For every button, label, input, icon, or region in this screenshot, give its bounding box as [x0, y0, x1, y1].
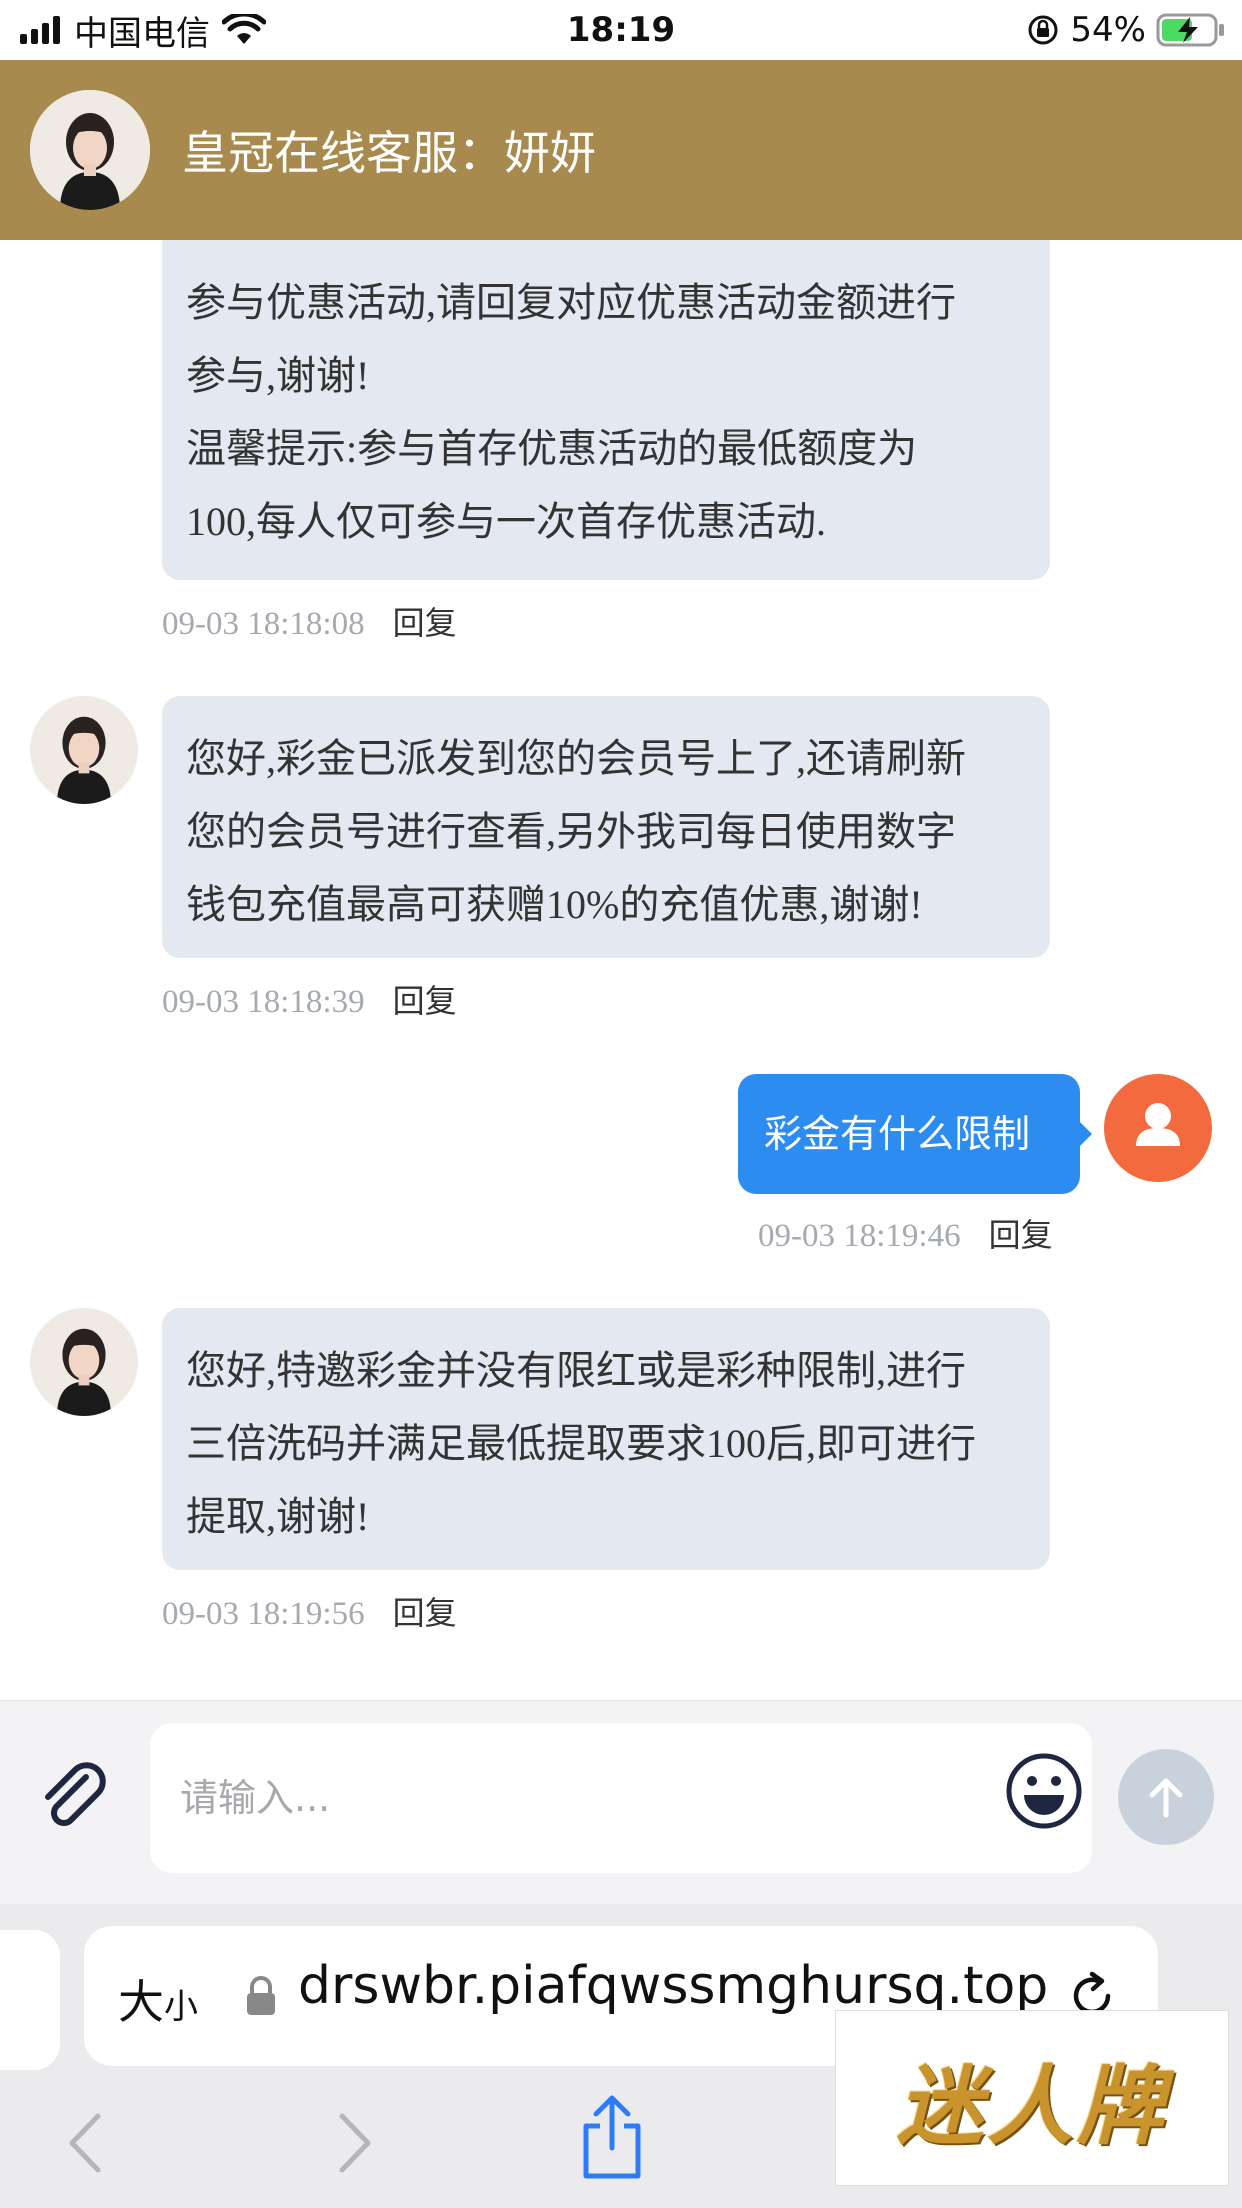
message-line: 参与优惠活动,请回复对应优惠活动金额进行 [186, 280, 956, 325]
text-size-small: 小 [164, 1987, 198, 2027]
message-line: 您好,特邀彩金并没有限红或是彩种限制,进行 [186, 1348, 966, 1393]
agent-portrait-icon [30, 696, 138, 804]
forward-icon[interactable] [330, 2108, 380, 2178]
message-timestamp: 09-03 18:18:08 [162, 606, 365, 642]
message-line: 三倍洗码并满足最低提取要求100后,即可进行 [186, 1421, 976, 1466]
reply-button[interactable]: 回复 [393, 1594, 457, 1632]
status-right: 54% [1026, 8, 1226, 52]
message-meta: 09-03 18:18:08 回复 [162, 598, 457, 644]
paperclip-icon[interactable] [34, 1759, 114, 1839]
chat-header: 皇冠在线客服：妍妍 [0, 60, 1242, 240]
battery-percent: 54% [1070, 10, 1146, 50]
watermark-text: 迷人牌 [897, 2055, 1167, 2157]
agent-portrait-icon [30, 1308, 138, 1416]
lock-icon [247, 1976, 275, 2015]
agent-bubble: 参与优惠活动,请回复对应优惠活动金额进行 参与,谢谢! 温馨提示:参与首存优惠活… [162, 240, 1050, 580]
message-line: 参与,谢谢! [186, 353, 370, 398]
agent-avatar[interactable] [30, 696, 138, 804]
previous-tab-edge[interactable] [0, 1930, 60, 2070]
message-timestamp: 09-03 18:18:39 [162, 984, 365, 1020]
message-line: 您的会员号进行查看,另外我司每日使用数字 [186, 809, 956, 854]
message-line: 温馨提示:参与首存优惠活动的最低额度为 [186, 426, 918, 471]
message-composer [0, 1700, 1242, 1904]
status-bar: 中国电信 18:19 54% [0, 0, 1242, 60]
message-meta: 09-03 18:19:46 回复 [758, 1210, 1053, 1256]
message-line: 提取,谢谢! [186, 1494, 370, 1539]
message-line: 钱包充值最高可获赠10%的充值优惠,谢谢! [186, 882, 923, 927]
message-timestamp: 09-03 18:19:56 [162, 1596, 365, 1632]
reply-button[interactable]: 回复 [393, 982, 457, 1020]
battery-charging-icon [1156, 13, 1224, 47]
user-avatar[interactable] [1104, 1074, 1212, 1182]
back-icon[interactable] [60, 2108, 110, 2178]
message-timestamp: 09-03 18:19:46 [758, 1218, 961, 1254]
chat-title: 皇冠在线客服：妍妍 [182, 126, 596, 180]
message-meta: 09-03 18:18:39 回复 [162, 976, 457, 1022]
send-button[interactable] [1118, 1749, 1214, 1845]
watermark-logo: 迷人牌 [835, 2010, 1229, 2186]
message-line: 100,每人仅可参与一次首存优惠活动. [186, 499, 826, 544]
agent-bubble: 您好,特邀彩金并没有限红或是彩种限制,进行 三倍洗码并满足最低提取要求100后,… [162, 1308, 1050, 1570]
share-icon[interactable] [576, 2092, 648, 2182]
message-line: 您好,彩金已派发到您的会员号上了,还请刷新 [186, 736, 966, 781]
arrow-up-icon [1149, 1778, 1183, 1818]
message-meta: 09-03 18:19:56 回复 [162, 1588, 457, 1634]
text-size-button[interactable]: 大小 [118, 1966, 198, 2032]
chat-messages[interactable]: 参与优惠活动,请回复对应优惠活动金额进行 参与,谢谢! 温馨提示:参与首存优惠活… [0, 240, 1242, 1700]
emoji-icon[interactable] [1004, 1751, 1084, 1831]
agent-bubble: 您好,彩金已派发到您的会员号上了,还请刷新 您的会员号进行查看,另外我司每日使用… [162, 696, 1050, 958]
agent-avatar[interactable] [30, 90, 150, 210]
agent-avatar[interactable] [30, 1308, 138, 1416]
user-bubble: 彩金有什么限制 [738, 1074, 1092, 1194]
user-person-icon [1136, 1103, 1180, 1146]
message-input[interactable] [150, 1723, 1092, 1873]
agent-portrait-icon [30, 90, 150, 210]
orientation-lock-icon [1028, 15, 1058, 45]
message-line: 彩金有什么限制 [764, 1112, 1031, 1156]
reply-button[interactable]: 回复 [393, 604, 457, 642]
reply-button[interactable]: 回复 [989, 1216, 1053, 1254]
url-text[interactable]: drswbr.piafqwssmghursq.top [298, 1956, 1048, 2016]
text-size-large: 大 [118, 1975, 164, 2029]
